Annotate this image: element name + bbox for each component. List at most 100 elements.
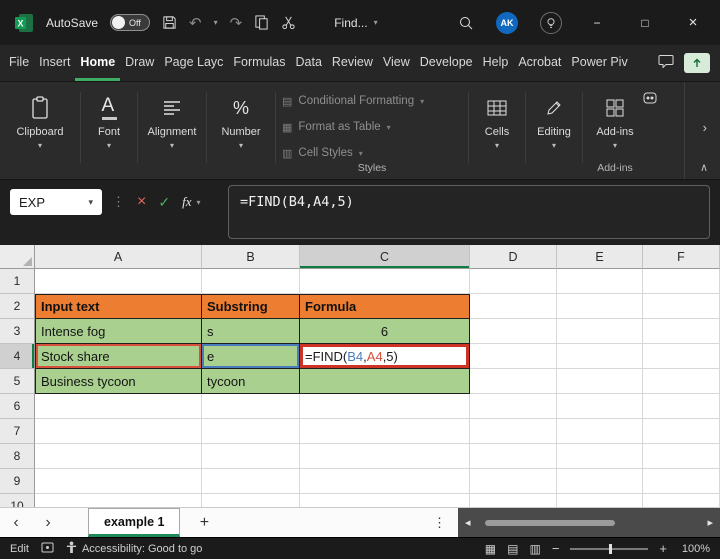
redo-icon[interactable]: ↷ bbox=[230, 14, 243, 32]
cell-F5[interactable] bbox=[643, 369, 720, 394]
accessibility-status[interactable]: Accessibility: Good to go bbox=[66, 541, 202, 557]
menu-tab-home[interactable]: Home bbox=[75, 45, 120, 81]
share-button[interactable] bbox=[684, 53, 710, 73]
cell-C3[interactable]: 6 bbox=[300, 319, 470, 344]
cell-A2[interactable]: Input text bbox=[35, 294, 202, 319]
ribbon-group-addins[interactable]: Add-ins ▾ Add-ins bbox=[583, 82, 647, 179]
sheet-options-icon[interactable]: ⋮ bbox=[421, 508, 458, 537]
cell-A3[interactable]: Intense fog bbox=[35, 319, 202, 344]
cell-B2[interactable]: Substring bbox=[202, 294, 300, 319]
cell-A6[interactable] bbox=[35, 394, 202, 419]
row-header-7[interactable]: 7 bbox=[0, 419, 35, 444]
cell-C9[interactable] bbox=[300, 469, 470, 494]
cell-A4[interactable]: Stock share bbox=[35, 344, 202, 369]
ribbon-scroll-right-icon[interactable]: › bbox=[703, 120, 707, 135]
menu-tab-power-piv[interactable]: Power Piv bbox=[566, 45, 632, 81]
page-layout-view-icon[interactable]: ▤ bbox=[507, 542, 518, 556]
cell-F9[interactable] bbox=[643, 469, 720, 494]
cell-E5[interactable] bbox=[557, 369, 643, 394]
cell-C6[interactable] bbox=[300, 394, 470, 419]
cell-C4[interactable]: =FIND(B4,A4,5) bbox=[300, 344, 470, 369]
macro-record-icon[interactable] bbox=[41, 542, 54, 556]
cell-F4[interactable] bbox=[643, 344, 720, 369]
column-header-F[interactable]: F bbox=[643, 245, 720, 269]
cell-E4[interactable] bbox=[557, 344, 643, 369]
insert-function-button[interactable]: fx ▾ bbox=[182, 194, 200, 210]
menu-tab-view[interactable]: View bbox=[378, 45, 415, 81]
ribbon-group-clipboard[interactable]: Clipboard ▾ bbox=[0, 82, 80, 179]
save-icon[interactable] bbox=[162, 15, 177, 30]
confirm-entry-icon[interactable]: ✓ bbox=[158, 194, 170, 211]
sheet-tab-example-1[interactable]: example 1 bbox=[88, 508, 180, 537]
close-button[interactable]: × bbox=[680, 14, 706, 31]
zoom-slider-thumb[interactable] bbox=[609, 544, 612, 554]
row-header-3[interactable]: 3 bbox=[0, 319, 35, 344]
ribbon-group-number[interactable]: % Number ▾ bbox=[207, 82, 275, 179]
cell-B10[interactable] bbox=[202, 494, 300, 507]
cell-D6[interactable] bbox=[470, 394, 557, 419]
menu-tab-acrobat[interactable]: Acrobat bbox=[513, 45, 566, 81]
row-header-9[interactable]: 9 bbox=[0, 469, 35, 494]
row-header-4[interactable]: 4 bbox=[0, 344, 35, 369]
scroll-right-icon[interactable]: ▸ bbox=[707, 516, 713, 529]
cell-B8[interactable] bbox=[202, 444, 300, 469]
cell-E10[interactable] bbox=[557, 494, 643, 507]
cell-B9[interactable] bbox=[202, 469, 300, 494]
column-header-B[interactable]: B bbox=[202, 245, 300, 269]
cell-B4[interactable]: e bbox=[202, 344, 300, 369]
page-break-view-icon[interactable]: ▥ bbox=[529, 542, 540, 556]
scrollbar-track[interactable] bbox=[477, 518, 702, 528]
formula-bar-handle-icon[interactable]: ⋮ bbox=[112, 194, 125, 210]
ribbon-group-font[interactable]: A Font ▾ bbox=[81, 82, 137, 179]
minimize-button[interactable]: − bbox=[584, 16, 610, 30]
menu-tab-page-layc[interactable]: Page Layc bbox=[159, 45, 228, 81]
ribbon-group-alignment[interactable]: Alignment ▾ bbox=[138, 82, 206, 179]
column-header-C[interactable]: C bbox=[300, 245, 470, 269]
cell-E6[interactable] bbox=[557, 394, 643, 419]
row-header-8[interactable]: 8 bbox=[0, 444, 35, 469]
zoom-in-button[interactable]: + bbox=[659, 541, 667, 556]
cell-C1[interactable] bbox=[300, 269, 470, 294]
zoom-slider[interactable] bbox=[570, 548, 648, 550]
zoom-out-button[interactable]: − bbox=[552, 541, 560, 556]
cell-A5[interactable]: Business tycoon bbox=[35, 369, 202, 394]
cell-D3[interactable] bbox=[470, 319, 557, 344]
autosave-toggle[interactable]: Off bbox=[110, 14, 150, 31]
undo-icon[interactable]: ↶ bbox=[189, 14, 202, 32]
cell-E7[interactable] bbox=[557, 419, 643, 444]
sheet-nav-right-icon[interactable]: › bbox=[32, 508, 64, 537]
excel-logo-icon[interactable]: X bbox=[14, 13, 34, 33]
cell-D5[interactable] bbox=[470, 369, 557, 394]
menu-tab-help[interactable]: Help bbox=[478, 45, 514, 81]
cell-A10[interactable] bbox=[35, 494, 202, 507]
cell-D10[interactable] bbox=[470, 494, 557, 507]
scrollbar-thumb[interactable] bbox=[485, 520, 615, 526]
menu-tab-insert[interactable]: Insert bbox=[34, 45, 75, 81]
cell-F6[interactable] bbox=[643, 394, 720, 419]
ribbon-group-editing[interactable]: Editing ▾ bbox=[526, 82, 582, 179]
cell-A8[interactable] bbox=[35, 444, 202, 469]
paste-icon[interactable] bbox=[254, 15, 269, 30]
row-header-6[interactable]: 6 bbox=[0, 394, 35, 419]
cell-F8[interactable] bbox=[643, 444, 720, 469]
ribbon-group-cells[interactable]: Cells ▾ bbox=[469, 82, 525, 179]
find-command[interactable]: Find... ▾ bbox=[334, 16, 377, 30]
cell-C8[interactable] bbox=[300, 444, 470, 469]
cell-A7[interactable] bbox=[35, 419, 202, 444]
cell-F10[interactable] bbox=[643, 494, 720, 507]
cell-A1[interactable] bbox=[35, 269, 202, 294]
cell-C10[interactable] bbox=[300, 494, 470, 507]
cancel-entry-icon[interactable]: × bbox=[137, 193, 146, 211]
cell-E3[interactable] bbox=[557, 319, 643, 344]
cell-E1[interactable] bbox=[557, 269, 643, 294]
row-header-1[interactable]: 1 bbox=[0, 269, 35, 294]
cell-F7[interactable] bbox=[643, 419, 720, 444]
cell-F2[interactable] bbox=[643, 294, 720, 319]
cell-A9[interactable] bbox=[35, 469, 202, 494]
maximize-button[interactable]: □ bbox=[632, 16, 658, 30]
cut-icon[interactable] bbox=[281, 15, 296, 30]
zoom-level[interactable]: 100% bbox=[678, 543, 710, 555]
collapse-ribbon-icon[interactable]: ∧ bbox=[700, 161, 708, 174]
cell-B1[interactable] bbox=[202, 269, 300, 294]
menu-tab-file[interactable]: File bbox=[4, 45, 34, 81]
